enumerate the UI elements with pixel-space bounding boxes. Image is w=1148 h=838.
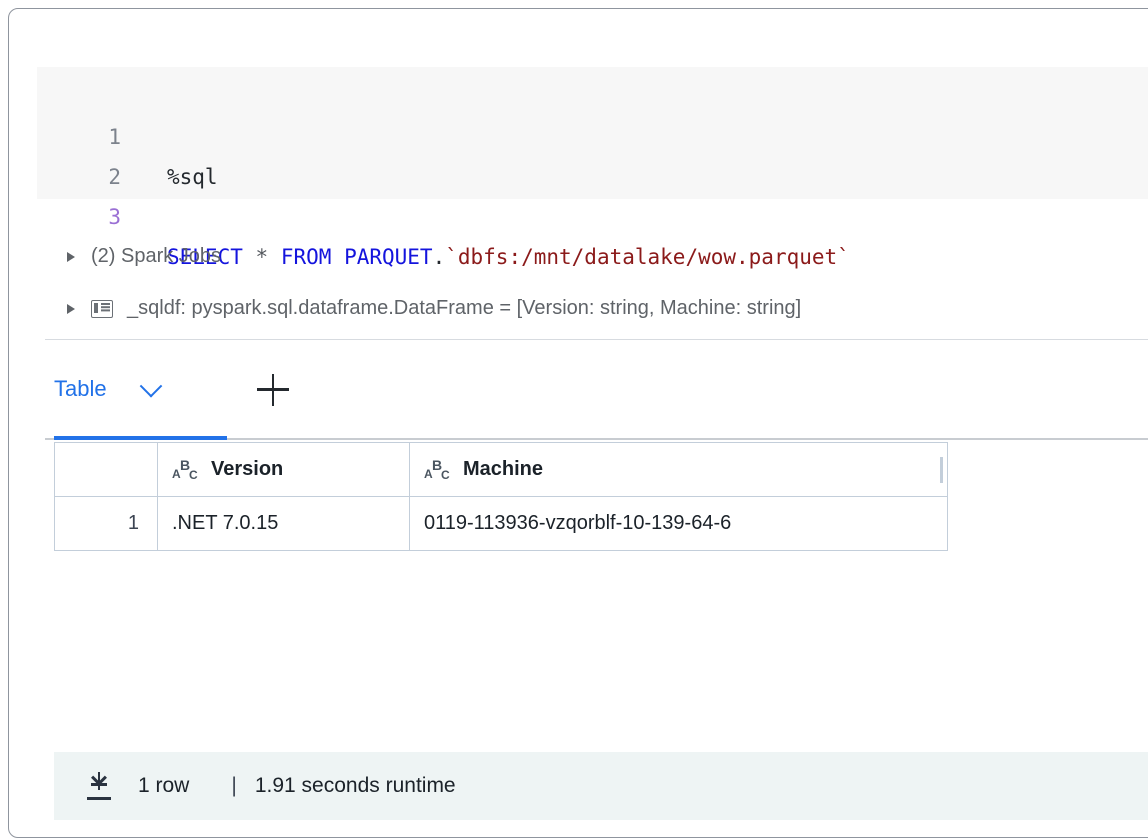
line-number-3: 3 — [37, 197, 121, 237]
code-line-3[interactable]: 3 SELECT * FROM PARQUET.`dbfs:/mnt/datal… — [37, 157, 1148, 197]
column-header-rownum[interactable] — [55, 443, 158, 497]
table-header-row: ABC Version ABC Machine — [55, 443, 948, 497]
triangle-right-icon[interactable] — [67, 304, 75, 314]
column-header-version-label: Version — [211, 458, 283, 481]
sql-format-parquet: PARQUET — [344, 245, 433, 269]
spark-jobs-row[interactable]: (2) Spark Jobs — [67, 245, 221, 268]
results-footer: 1 row | 1.91 seconds runtime — [54, 752, 1148, 820]
sql-star-operator — [243, 245, 256, 269]
runtime-label: 1.91 seconds runtime — [255, 774, 456, 798]
sql-space-3 — [331, 245, 344, 269]
abc-string-icon: ABC — [172, 458, 199, 482]
results-panel: Table ABC Version — [45, 339, 1148, 819]
dataframe-icon — [91, 300, 113, 318]
spark-jobs-label: (2) Spark Jobs — [91, 245, 221, 268]
notebook-cell-card: 1 %sql 2 3 SELECT * FROM PARQUET.`dbfs:/… — [8, 8, 1148, 838]
code-editor[interactable]: 1 %sql 2 3 SELECT * FROM PARQUET.`dbfs:/… — [37, 67, 1148, 199]
column-header-machine[interactable]: ABC Machine — [410, 443, 948, 497]
tab-table[interactable]: Table — [54, 366, 159, 412]
sql-path-literal: `dbfs:/mnt/datalake/wow.parquet` — [445, 245, 850, 269]
sql-keyword-from: FROM — [281, 245, 332, 269]
footer-separator: | — [231, 774, 236, 798]
results-tab-bar: Table — [45, 340, 1148, 440]
triangle-right-icon[interactable] — [67, 252, 75, 262]
results-table[interactable]: ABC Version ABC Machine — [54, 442, 948, 551]
abc-string-icon: ABC — [424, 458, 451, 482]
code-line-2[interactable]: 2 — [37, 117, 1148, 157]
table-row[interactable]: 1 .NET 7.0.15 0119-113936-vzqorblf-10-13… — [55, 497, 948, 551]
code-line-3-text: SELECT * FROM PARQUET.`dbfs:/mnt/datalak… — [167, 237, 850, 277]
tab-table-label: Table — [54, 376, 107, 402]
code-line-1[interactable]: 1 %sql — [37, 77, 1148, 117]
column-resize-handle[interactable] — [940, 457, 943, 483]
column-header-machine-label: Machine — [463, 458, 543, 481]
plus-icon[interactable] — [257, 374, 289, 406]
dataframe-label: _sqldf: pyspark.sql.dataframe.DataFrame … — [127, 297, 801, 320]
table-cell-rownum: 1 — [55, 497, 158, 551]
download-icon[interactable] — [86, 772, 112, 800]
tab-active-underline — [54, 436, 227, 440]
table-cell-machine[interactable]: 0119-113936-vzqorblf-10-139-64-6 — [410, 497, 948, 551]
chevron-down-icon[interactable] — [139, 375, 162, 398]
column-header-version[interactable]: ABC Version — [158, 443, 410, 497]
dataframe-row[interactable]: _sqldf: pyspark.sql.dataframe.DataFrame … — [67, 297, 801, 320]
sql-star-glyph: * — [256, 245, 269, 269]
table-cell-version[interactable]: .NET 7.0.15 — [158, 497, 410, 551]
sql-space-2 — [268, 245, 281, 269]
sql-dot: . — [433, 245, 446, 269]
row-count-label: 1 row — [138, 774, 189, 798]
